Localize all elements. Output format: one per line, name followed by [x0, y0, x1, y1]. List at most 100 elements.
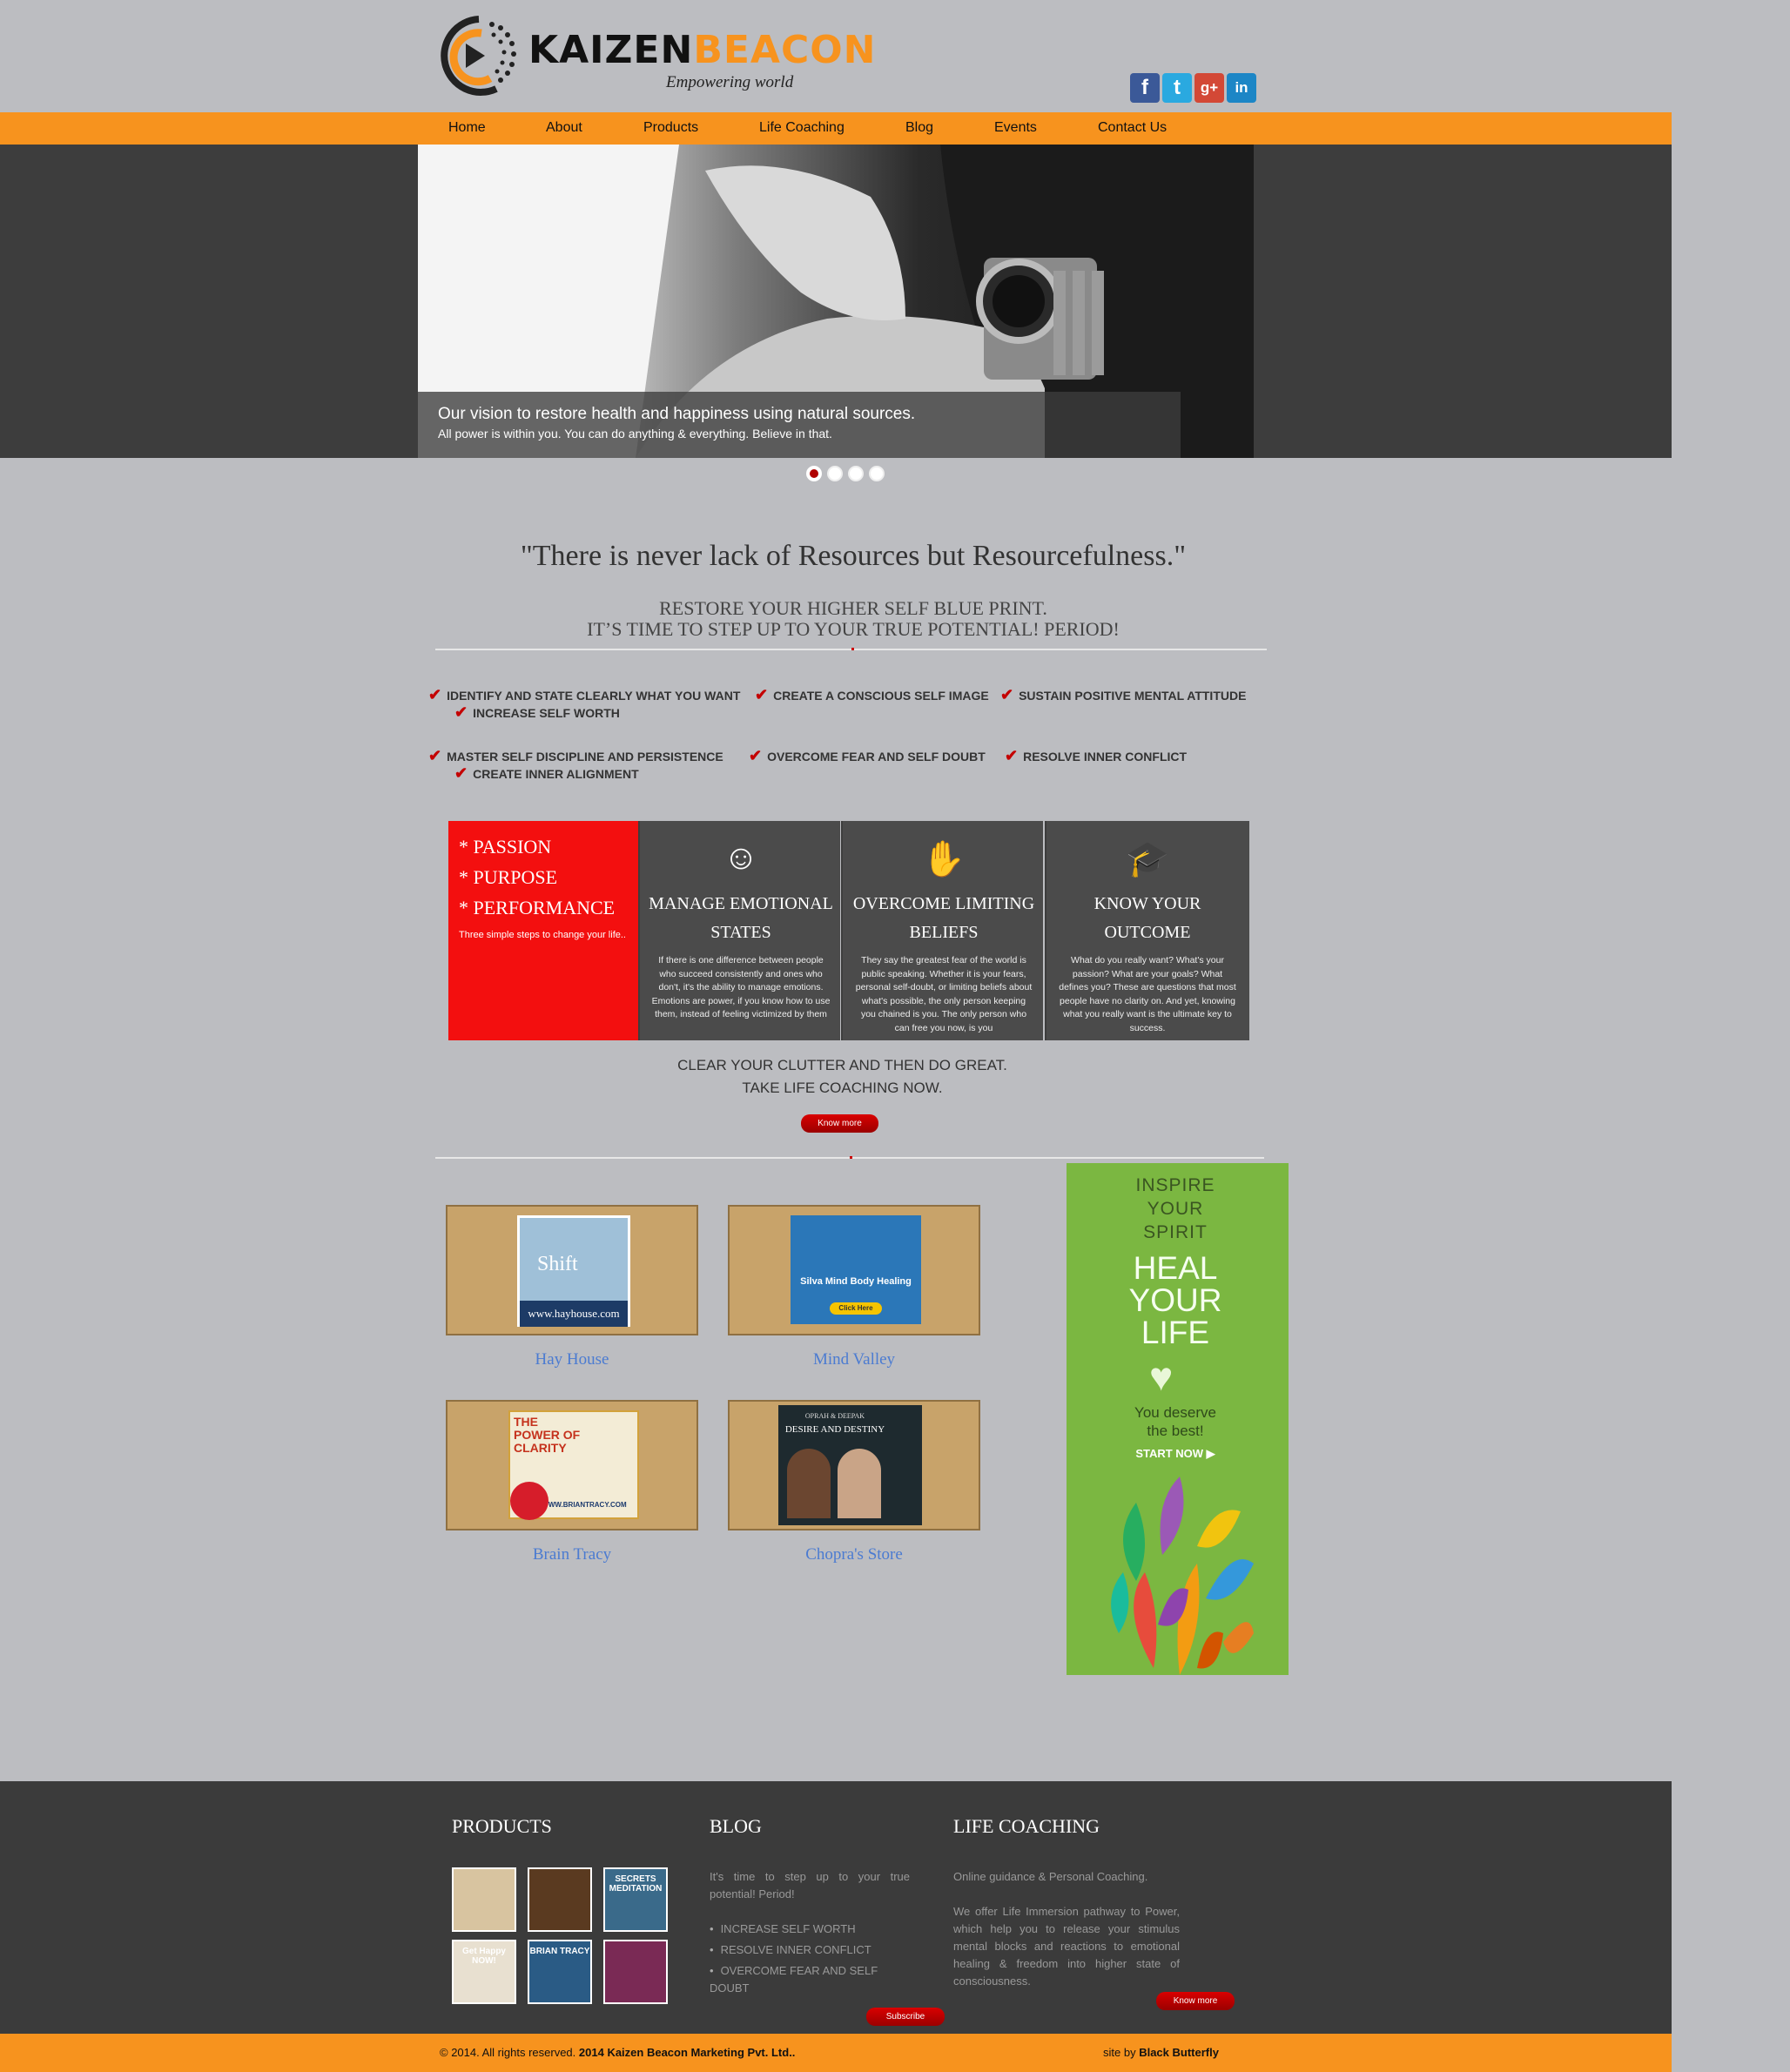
- check-item: ✔ CREATE A CONSCIOUS SELF IMAGE: [755, 686, 989, 704]
- product-art-title: OPRAH & DEEPAK: [804, 1412, 865, 1420]
- check-icon: ✔: [454, 764, 468, 782]
- box-title-line-1: MANAGE EMOTIONAL: [649, 894, 833, 913]
- product-art: DESIRE AND DESTINY OPRAH & DEEPAK: [778, 1405, 922, 1525]
- product-card-brian-tracy[interactable]: THE POWER OF CLARITY WWW.BRIANTRACY.COM: [446, 1400, 698, 1530]
- nav-contact-us[interactable]: Contact Us: [1098, 120, 1167, 136]
- footer-product-thumb[interactable]: [603, 1940, 668, 2004]
- twitter-icon[interactable]: t: [1162, 73, 1192, 103]
- check-item: ✔ INCREASE SELF WORTH: [454, 703, 620, 722]
- blog-list-item[interactable]: OVERCOME FEAR AND SELF DOUBT: [710, 1962, 910, 1997]
- product-art: THE POWER OF CLARITY WWW.BRIANTRACY.COM: [508, 1410, 639, 1520]
- facebook-icon[interactable]: f: [1130, 73, 1160, 103]
- product-art-caption: www.hayhouse.com: [520, 1301, 628, 1327]
- product-art-caption: THE POWER OF CLARITY: [514, 1415, 581, 1455]
- footer-blog-list: INCREASE SELF WORTH RESOLVE INNER CONFLI…: [710, 1921, 910, 2001]
- product-art-title: Shift: [537, 1253, 578, 1275]
- site-credit: site by Black Butterfly: [1103, 2046, 1219, 2059]
- ad-start-now[interactable]: START NOW ▶: [1067, 1447, 1284, 1461]
- google-plus-icon[interactable]: g+: [1194, 73, 1224, 103]
- box-title-line-2: BELIEFS: [909, 923, 979, 942]
- product-label[interactable]: Chopra's Store: [728, 1545, 980, 1564]
- site-author-link[interactable]: Black Butterfly: [1139, 2046, 1219, 2059]
- slider-dot[interactable]: [848, 466, 864, 481]
- heal-your-life-ad[interactable]: INSPIRE YOUR SPIRIT HEAL YOUR LIFE ♥ You des…: [1067, 1163, 1289, 1675]
- box-limiting-beliefs: ✋ OVERCOME LIMITING BELIEFS They say the …: [841, 821, 1043, 1040]
- box-text: They say the greatest fear of the world …: [855, 955, 1033, 1033]
- product-card-mind-valley[interactable]: Silva Mind Body Healing Click Here: [728, 1205, 980, 1335]
- product-label[interactable]: Mind Valley: [728, 1350, 980, 1369]
- blog-list-item[interactable]: RESOLVE INNER CONFLICT: [710, 1941, 910, 1959]
- nav-about[interactable]: About: [546, 120, 582, 136]
- thumb-caption: SECRETS MEDITATION: [609, 1874, 663, 1894]
- slider-dot[interactable]: [827, 466, 843, 481]
- nav-home[interactable]: Home: [448, 120, 486, 136]
- box-title-line-2: OUTCOME: [1104, 923, 1191, 942]
- site-by-label: site by: [1103, 2046, 1136, 2059]
- footer-product-thumb[interactable]: [452, 1867, 516, 1932]
- ad-subtext: You deserve the best!: [1067, 1403, 1284, 1440]
- product-art: www.hayhouse.com Shift: [517, 1215, 630, 1327]
- hero-title: Our vision to restore health and happine…: [438, 405, 916, 423]
- product-card-chopra[interactable]: DESIRE AND DESTINY OPRAH & DEEPAK: [728, 1400, 980, 1530]
- box-title: OVERCOME LIMITING BELIEFS: [843, 890, 1045, 947]
- ad-headline: HEAL YOUR LIFE: [1067, 1252, 1284, 1349]
- check-item: ✔ OVERCOME FEAR AND SELF DOUBT: [749, 747, 986, 765]
- slider-dots: [806, 466, 885, 481]
- check-label: RESOLVE INNER CONFLICT: [1023, 750, 1188, 764]
- check-item: ✔ MASTER SELF DISCIPLINE AND PERSISTENCE: [428, 747, 723, 765]
- box-title-line-2: STATES: [710, 923, 771, 942]
- bottom-bar: [0, 2034, 1672, 2072]
- footer-know-more-button[interactable]: Know more: [1156, 1992, 1235, 2010]
- footer-product-thumb[interactable]: BRIAN TRACY: [528, 1940, 592, 2004]
- pillar-purpose: * PURPOSE: [459, 866, 558, 888]
- product-card-hay-house[interactable]: www.hayhouse.com Shift: [446, 1205, 698, 1335]
- box-text: If there is one difference between peopl…: [651, 955, 831, 1019]
- check-item: ✔ IDENTIFY AND STATE CLEARLY WHAT YOU WAN…: [428, 686, 740, 704]
- nav-products[interactable]: Products: [643, 120, 698, 136]
- nav-events[interactable]: Events: [994, 120, 1037, 136]
- divider-mark: [850, 1156, 852, 1159]
- handshake-icon: ✋: [922, 840, 966, 878]
- check-label: CREATE INNER ALIGNMENT: [473, 767, 639, 781]
- copyright-text: © 2014. All rights reserved.: [440, 2046, 576, 2059]
- check-icon: ✔: [755, 686, 769, 703]
- check-icon: ✔: [1005, 747, 1019, 764]
- cta-line-1: CLEAR YOUR CLUTTER AND THEN DO GREAT.: [677, 1057, 1007, 1073]
- know-more-button[interactable]: Know more: [801, 1114, 878, 1133]
- check-item: ✔ CREATE INNER ALIGNMENT: [454, 764, 639, 783]
- product-label[interactable]: Hay House: [446, 1350, 698, 1369]
- nav-blog[interactable]: Blog: [905, 120, 933, 136]
- ad-inspire-1: INSPIRE: [1135, 1175, 1215, 1195]
- check-icon: ✔: [1000, 686, 1014, 703]
- footer-blog-intro: It's time to step up to your true potent…: [710, 1870, 910, 1900]
- product-label[interactable]: Brain Tracy: [446, 1545, 698, 1564]
- slider-dot[interactable]: [869, 466, 885, 481]
- check-label: SUSTAIN POSITIVE MENTAL ATTITUDE: [1019, 689, 1247, 703]
- footer-product-thumb[interactable]: [528, 1867, 592, 1932]
- check-icon: ✔: [428, 686, 442, 703]
- slider-dot[interactable]: [806, 466, 822, 481]
- blog-list-item[interactable]: INCREASE SELF WORTH: [710, 1921, 910, 1938]
- nav-life-coaching[interactable]: Life Coaching: [759, 120, 845, 136]
- ad-inspire: INSPIRE YOUR SPIRIT: [1067, 1174, 1284, 1244]
- restore-text: RESTORE YOUR HIGHER SELF BLUE PRINT. IT’…: [0, 598, 1706, 640]
- divider-mark: [851, 648, 854, 650]
- linkedin-icon[interactable]: in: [1227, 73, 1256, 103]
- oprah-portrait-icon: [787, 1449, 831, 1518]
- graduation-cap-icon: 🎓: [1126, 840, 1169, 878]
- ad-headline-2: YOUR: [1128, 1282, 1222, 1318]
- footer-product-thumb[interactable]: SECRETS MEDITATION: [603, 1867, 668, 1932]
- footer-product-thumb[interactable]: Get Happy NOW!: [452, 1940, 516, 2004]
- product-art-url: WWW.BRIANTRACY.COM: [542, 1501, 627, 1509]
- logo[interactable]: KAIZENBEACON Empowering world: [431, 10, 875, 106]
- subscribe-button[interactable]: Subscribe: [866, 2008, 945, 2026]
- box-title: MANAGE EMOTIONAL STATES: [640, 890, 842, 947]
- main-nav: Home About Products Life Coaching Blog E…: [0, 112, 1672, 145]
- theater-masks-icon: ☺: [723, 838, 759, 877]
- check-label: IDENTIFY AND STATE CLEARLY WHAT YOU WANT: [447, 689, 741, 703]
- check-label: MASTER SELF DISCIPLINE AND PERSISTENCE: [447, 750, 723, 764]
- product-art: Silva Mind Body Healing Click Here: [791, 1215, 921, 1324]
- check-item: ✔ SUSTAIN POSITIVE MENTAL ATTITUDE: [1000, 686, 1246, 704]
- pillars-subtitle: Three simple steps to change your life..: [459, 930, 626, 940]
- box-text: What do you really want? What's your pas…: [1059, 955, 1236, 1033]
